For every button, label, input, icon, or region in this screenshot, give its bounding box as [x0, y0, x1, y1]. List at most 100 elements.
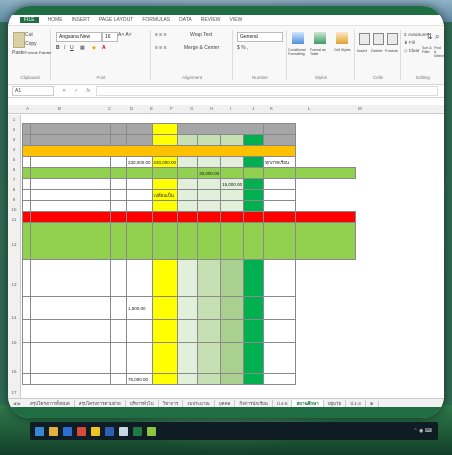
tab-file[interactable]: FILE — [20, 17, 39, 23]
table-cell[interactable] — [126, 123, 153, 135]
table-cell[interactable] — [197, 342, 222, 374]
table-cell[interactable] — [126, 342, 153, 374]
table-cell[interactable] — [21, 145, 297, 157]
table-cell[interactable] — [151, 342, 179, 374]
table-cell[interactable] — [197, 189, 222, 201]
tab-data[interactable]: DATA — [179, 17, 192, 23]
column-header[interactable]: M — [358, 106, 362, 111]
tab-formulas[interactable]: FORMULAS — [142, 17, 170, 23]
row-header[interactable]: 1 — [8, 115, 21, 125]
column-header[interactable]: L — [308, 106, 311, 111]
table-cell[interactable] — [220, 319, 245, 343]
browser-icon[interactable] — [63, 426, 72, 436]
table-cell[interactable] — [296, 157, 356, 168]
table-cell[interactable] — [296, 179, 356, 190]
table-cell[interactable] — [243, 259, 265, 297]
table-cell[interactable]: 230,000.00 — [126, 156, 153, 168]
table-cell[interactable] — [197, 134, 222, 146]
number-format-select[interactable]: General — [237, 32, 283, 42]
folder-icon[interactable] — [91, 426, 100, 436]
system-tray-icon[interactable]: ⌃ ◉ ⌨ — [413, 428, 432, 434]
table-cell[interactable] — [263, 259, 297, 297]
sheet-tab[interactable]: งบประมาณ — [183, 400, 215, 407]
column-header[interactable]: I — [230, 106, 231, 111]
clear-button[interactable]: ◇ Clear — [404, 48, 419, 54]
add-sheet-icon[interactable]: ⊕ — [366, 400, 379, 407]
table-cell[interactable] — [151, 167, 179, 179]
table-cell[interactable] — [22, 200, 31, 212]
row-header[interactable]: 15 — [8, 330, 21, 355]
sheet-tab[interactable]: กิจการนักเรียน — [235, 400, 273, 407]
delete-cells-icon[interactable] — [373, 33, 384, 45]
table-cell[interactable] — [296, 297, 356, 320]
find-select-button[interactable]: Find & Select — [434, 46, 444, 58]
sort-filter-icon[interactable]: ⇅ — [426, 32, 433, 41]
table-cell[interactable] — [177, 200, 199, 212]
grow-font-icon[interactable]: A˄ A˅ — [118, 32, 132, 38]
table-cell[interactable] — [22, 222, 31, 260]
budget-table[interactable]: 230,000.00 230,000.00 ทุกภาคเรียน 30,000… — [21, 115, 357, 385]
table-cell[interactable] — [263, 200, 297, 212]
table-cell[interactable] — [263, 319, 297, 343]
formula-input[interactable] — [96, 86, 438, 96]
table-cell[interactable] — [30, 178, 111, 190]
table-cell[interactable] — [110, 134, 127, 146]
table-cell[interactable] — [30, 373, 111, 385]
row-header[interactable]: 7 — [8, 175, 21, 185]
table-cell[interactable] — [151, 319, 179, 343]
table-cell[interactable] — [243, 189, 265, 201]
sheet-scroll-icon[interactable]: ◀ ▶ — [8, 401, 26, 407]
enter-icon[interactable]: ✓ — [74, 88, 78, 94]
table-cell[interactable] — [110, 156, 127, 168]
cell-styles-icon[interactable] — [336, 32, 348, 44]
table-cell[interactable] — [126, 178, 153, 190]
app-icon[interactable] — [119, 426, 128, 436]
table-cell[interactable] — [30, 167, 111, 179]
table-cell[interactable] — [151, 178, 179, 190]
fx-icon[interactable]: fx — [86, 88, 90, 94]
table-cell[interactable] — [126, 200, 153, 212]
align-left-icon[interactable]: ≡ ≡ ≡ — [155, 45, 167, 51]
format-painter-button[interactable]: Format Painter — [25, 50, 51, 55]
table-cell[interactable] — [220, 211, 245, 223]
cancel-icon[interactable]: ✕ — [62, 88, 66, 94]
insert-button[interactable]: Insert — [357, 48, 367, 53]
table-cell[interactable] — [295, 167, 357, 179]
table-cell[interactable] — [126, 259, 153, 297]
table-cell[interactable] — [151, 200, 179, 212]
table-cell[interactable] — [296, 343, 356, 374]
table-cell[interactable] — [243, 178, 265, 190]
format-as-table-button[interactable]: Format as Table — [310, 48, 330, 56]
autosum-button[interactable]: Σ AutoSum — [404, 32, 427, 37]
table-cell[interactable] — [243, 319, 265, 343]
row-header[interactable]: 9 — [8, 195, 21, 205]
table-cell[interactable] — [151, 211, 179, 223]
copy-button[interactable]: Copy — [25, 41, 37, 47]
tab-insert[interactable]: INSERT — [72, 17, 90, 23]
table-cell[interactable] — [110, 222, 127, 260]
table-cell[interactable] — [243, 167, 265, 179]
table-cell[interactable] — [110, 342, 127, 374]
table-cell[interactable] — [30, 222, 111, 260]
table-cell[interactable]: 230,000.00 — [151, 156, 179, 168]
table-cell[interactable] — [220, 189, 245, 201]
table-cell[interactable] — [126, 189, 153, 201]
row-header[interactable]: 8 — [8, 185, 21, 195]
sheet-tab[interactable]: บริหารทั่วไป — [126, 400, 159, 407]
table-cell[interactable] — [263, 211, 297, 223]
table-cell[interactable] — [22, 134, 31, 146]
table-cell[interactable] — [177, 222, 199, 260]
column-header[interactable]: H — [210, 106, 213, 111]
conditional-formatting-button[interactable]: Conditional Formatting — [288, 48, 308, 56]
row-header[interactable]: 10 — [8, 205, 21, 215]
table-cell[interactable] — [197, 156, 222, 168]
table-cell[interactable] — [110, 211, 127, 223]
table-cell[interactable] — [263, 373, 297, 385]
table-cell[interactable] — [177, 167, 199, 179]
table-cell[interactable] — [22, 319, 31, 343]
table-cell[interactable] — [220, 259, 245, 297]
table-cell[interactable] — [30, 296, 111, 320]
table-cell[interactable] — [126, 167, 153, 179]
table-cell[interactable] — [263, 167, 297, 179]
column-header[interactable]: A — [26, 106, 29, 111]
